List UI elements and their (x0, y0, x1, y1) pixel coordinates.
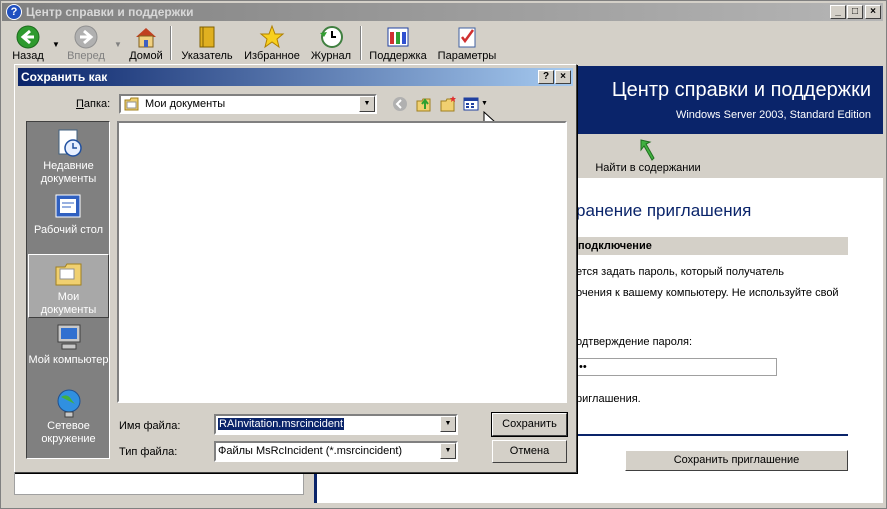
filename-value: RAInvitation.msrcincident (218, 418, 345, 430)
confirm-password-field[interactable]: •• (576, 358, 777, 376)
dialog-close-button[interactable]: × (555, 70, 571, 84)
chevron-down-icon[interactable]: ▼ (359, 96, 375, 112)
desktop-icon (55, 194, 80, 218)
home-icon (136, 28, 156, 48)
index-button[interactable]: Указатель (176, 24, 238, 64)
place-label: Мой компьютер (28, 354, 109, 366)
help-window-title: Центр справки и поддержки (26, 5, 194, 19)
history-button[interactable]: Журнал (306, 24, 356, 64)
support-button[interactable]: Поддержка (366, 24, 430, 64)
filetype-combo[interactable]: Файлы MsRcIncident (*.msrcincident) ▼ (214, 441, 458, 462)
back-dropdown-icon[interactable]: ▼ (52, 40, 60, 49)
save-button[interactable]: Сохранить (491, 412, 568, 437)
help-window-titlebar[interactable]: ? Центр справки и поддержки _ □ × (2, 3, 883, 21)
find-in-contents-button[interactable]: Найти в содержании (588, 138, 708, 174)
header-subtitle: Windows Server 2003, Standard Edition (675, 109, 871, 121)
back-button[interactable]: Назад (8, 24, 48, 64)
book-icon (199, 26, 215, 48)
star-icon (259, 24, 285, 49)
place-recent-documents[interactable]: Недавние документы (28, 124, 109, 188)
home-button[interactable]: Домой (126, 24, 166, 64)
chevron-down-icon[interactable]: ▼ (440, 443, 456, 459)
section-heading: подключение (576, 237, 848, 255)
content-divider (576, 434, 848, 436)
folder-icon (124, 97, 139, 111)
folder-combo[interactable]: Мои документы ▼ (119, 94, 377, 114)
forward-button[interactable]: Вперед (64, 24, 108, 64)
back-label: Назад (12, 50, 44, 62)
toolbar-separator (170, 26, 172, 60)
cancel-button[interactable]: Отмена (492, 440, 567, 463)
header-title: Центр справки и поддержки (611, 79, 871, 101)
sync-arrow-icon (640, 139, 655, 161)
forward-arrow-icon (74, 25, 98, 49)
page-heading: ранение приглашения (576, 201, 752, 220)
save-as-dialog: Сохранить как ? × Папка: Мои документы ▼… (14, 64, 577, 473)
filetype-value: Файлы MsRcIncident (*.msrcincident) (218, 445, 403, 457)
support-label: Поддержка (369, 50, 427, 62)
place-my-computer[interactable]: Мой компьютер (28, 318, 109, 382)
dialog-titlebar[interactable]: Сохранить как ? × (18, 68, 573, 86)
options-button[interactable]: Параметры (436, 24, 498, 64)
place-label: Рабочий стол (33, 224, 104, 236)
history-label: Журнал (310, 50, 352, 62)
view-menu-icon[interactable] (463, 95, 481, 113)
folder-value: Мои документы (145, 98, 226, 110)
confirm-password-label: одтверждение пароля: (576, 336, 693, 348)
dialog-title: Сохранить как (21, 70, 108, 84)
help-toolbar: Назад ▼ Вперед ▼ Домой Указатель Избранн… (2, 22, 883, 64)
places-bar: Недавние документы Рабочий стол Мои доку… (26, 121, 110, 459)
help-icon: ? (6, 4, 22, 20)
favorites-button[interactable]: Избранное (242, 24, 302, 64)
forward-label: Вперед (67, 50, 105, 62)
minimize-button[interactable]: _ (830, 5, 846, 19)
file-list[interactable] (117, 121, 567, 403)
my-documents-icon (55, 263, 81, 286)
help-left-pane (14, 470, 304, 495)
options-label: Параметры (437, 50, 497, 62)
place-desktop[interactable]: Рабочий стол (28, 188, 109, 252)
save-invitation-button[interactable]: Сохранить приглашение (625, 450, 848, 471)
forward-dropdown-icon[interactable]: ▼ (114, 40, 122, 49)
home-label: Домой (129, 50, 163, 62)
place-label: Сетевое окружение (41, 420, 96, 445)
favorites-label: Избранное (244, 50, 300, 62)
back-folder-icon[interactable] (391, 95, 409, 113)
recent-docs-icon (58, 129, 82, 157)
up-folder-icon[interactable] (415, 95, 433, 113)
filetype-label: Тип файла: (119, 446, 178, 458)
help-button[interactable]: ? (538, 70, 554, 84)
close-button[interactable]: × (865, 5, 881, 19)
folder-label-rest: апка: (83, 98, 111, 110)
filename-label: Имя файла: (119, 420, 181, 432)
network-icon (57, 389, 80, 418)
index-label: Указатель (181, 50, 233, 62)
my-computer-icon (57, 324, 80, 350)
place-network[interactable]: Сетевое окружение (28, 384, 109, 448)
toolbar-separator (360, 26, 362, 60)
support-icon (387, 27, 409, 47)
maximize-button[interactable]: □ (847, 5, 863, 19)
filename-input[interactable]: RAInvitation.msrcincident ▼ (214, 414, 458, 435)
options-icon (458, 27, 476, 48)
place-label: Мои документы (40, 291, 97, 316)
history-icon (320, 26, 343, 48)
folder-label: Папка: (76, 98, 111, 110)
place-label: Недавние документы (40, 160, 97, 185)
content-text-line1: ется задать пароль, который получатель (576, 266, 785, 278)
new-folder-icon[interactable] (439, 95, 457, 113)
view-dropdown-icon[interactable]: ▼ (481, 100, 488, 107)
chevron-down-icon[interactable]: ▼ (440, 416, 456, 432)
content-text-line2: очения к вашему компьютеру. Не используй… (576, 287, 839, 299)
back-arrow-icon (16, 25, 40, 49)
place-my-documents[interactable]: Мои документы (28, 254, 109, 318)
invitation-text: риглашения. (576, 393, 641, 405)
find-in-contents-label: Найти в содержании (595, 162, 701, 174)
